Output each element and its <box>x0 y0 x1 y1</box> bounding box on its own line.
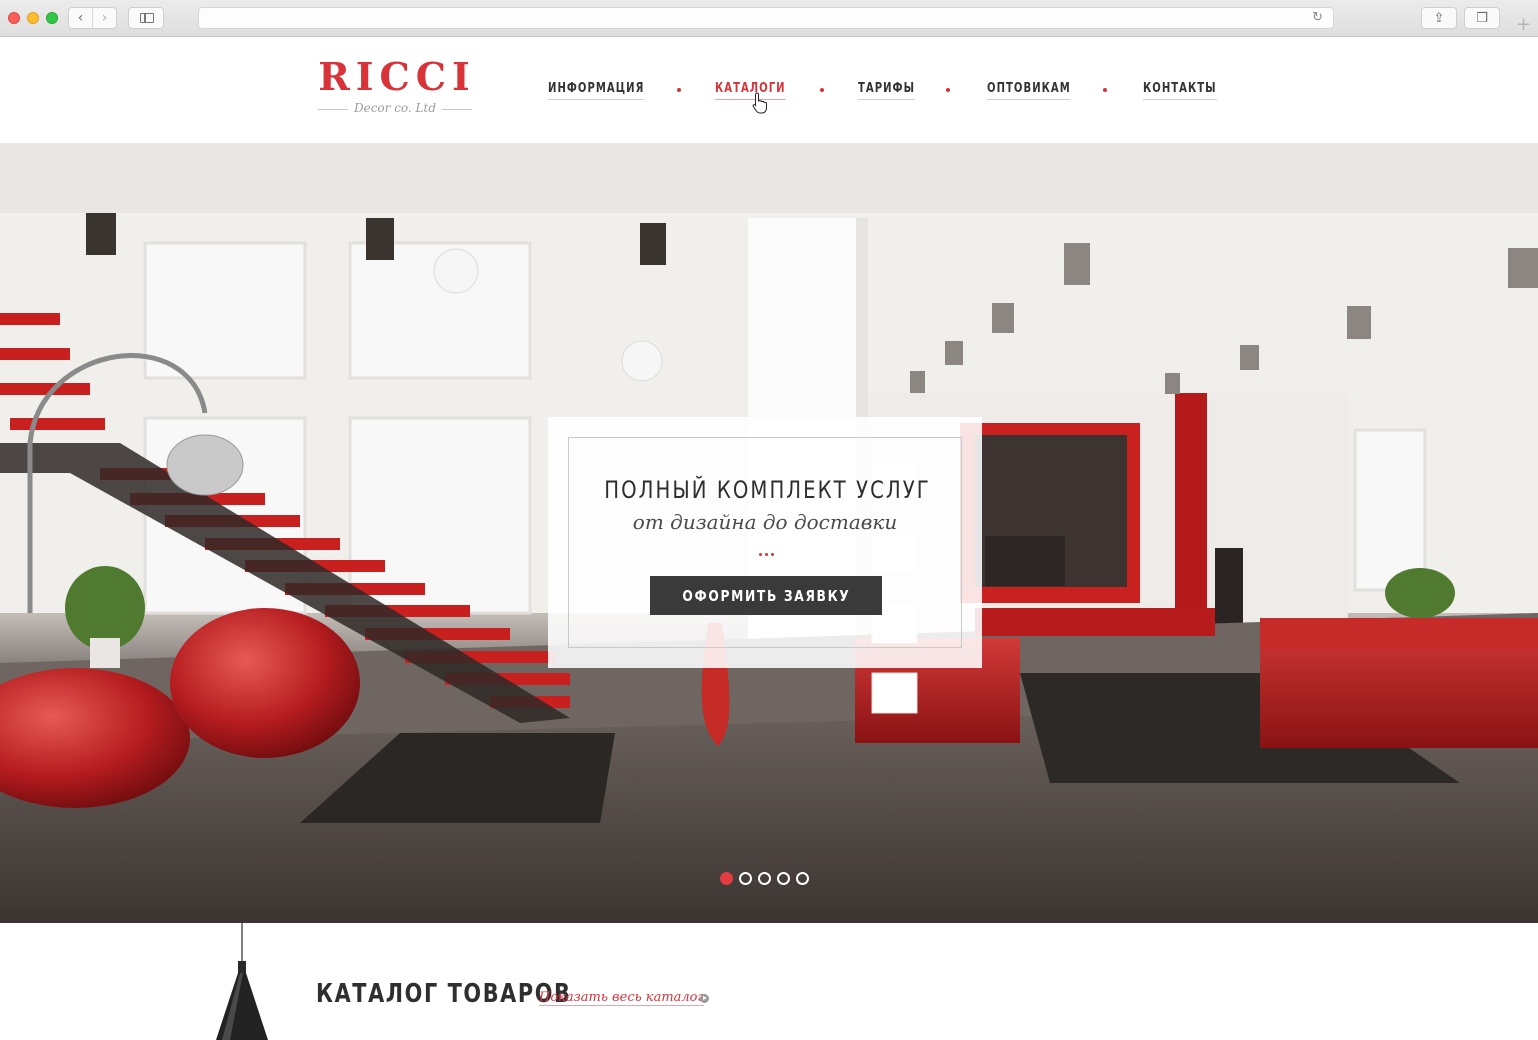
logo-wordmark: RICCI <box>318 54 476 99</box>
catalog-section: КАТАЛОГ ТОВАРОВ Показать весь каталог <box>0 923 1538 1040</box>
sidebar-toggle-button[interactable] <box>128 7 164 29</box>
history-nav: ‹ › <box>68 7 117 29</box>
menu-item-info[interactable]: ИНФОРМАЦИЯ <box>548 81 645 100</box>
menu-item-wholesale[interactable]: ОПТОВИКАМ <box>987 81 1071 100</box>
menu-separator <box>946 88 950 92</box>
menu-item-contacts[interactable]: КОНТАКТЫ <box>1143 81 1217 100</box>
logo[interactable]: RICCI Decor co. Ltd <box>312 57 478 115</box>
hero-slider: ПОЛНЫЙ КОМПЛЕКТ УСЛУГ от дизайна до дост… <box>0 143 1538 923</box>
dots-divider-icon <box>759 553 775 557</box>
tabs-icon: ❐ <box>1476 10 1488 26</box>
hand-cursor-icon <box>752 92 767 114</box>
logo-tagline: Decor co. Ltd <box>312 101 478 115</box>
close-window-button[interactable] <box>8 12 20 24</box>
share-button[interactable]: ⇪ <box>1421 7 1457 29</box>
menu-separator <box>677 88 681 92</box>
arrow-right-icon[interactable] <box>700 994 709 1003</box>
menu-item-catalogs[interactable]: КАТАЛОГИ <box>715 81 786 100</box>
slide-dot-5[interactable] <box>796 872 809 885</box>
zoom-window-button[interactable] <box>46 12 58 24</box>
browser-toolbar: ‹ › ↻ ⇪ ❐ + <box>0 0 1538 37</box>
slide-dot-4[interactable] <box>777 872 790 885</box>
site-header: RICCI Decor co. Ltd ИНФОРМАЦИЯ КАТАЛОГИ … <box>0 37 1538 143</box>
show-tabs-button[interactable]: ❐ <box>1464 7 1500 29</box>
hero-card: ПОЛНЫЙ КОМПЛЕКТ УСЛУГ от дизайна до дост… <box>548 417 982 668</box>
menu-separator <box>820 88 824 92</box>
slide-dot-3[interactable] <box>758 872 771 885</box>
address-input[interactable] <box>199 8 1333 28</box>
show-all-catalog-link[interactable]: Показать весь каталог <box>539 990 705 1006</box>
sidebar-icon <box>140 13 154 23</box>
hero-subtitle: от дизайна до доставки <box>632 510 898 534</box>
slide-dot-2[interactable] <box>739 872 752 885</box>
minimize-window-button[interactable] <box>27 12 39 24</box>
catalog-title: КАТАЛОГ ТОВАРОВ <box>316 979 572 1009</box>
pendant-lamp-icon <box>216 923 268 1040</box>
share-icon: ⇪ <box>1433 10 1445 26</box>
hero-card-frame: ПОЛНЫЙ КОМПЛЕКТ УСЛУГ от дизайна до дост… <box>568 437 962 648</box>
hero-title: ПОЛНЫЙ КОМПЛЕКТ УСЛУГ <box>604 476 931 504</box>
address-bar[interactable]: ↻ <box>198 7 1334 29</box>
menu-item-tariffs[interactable]: ТАРИФЫ <box>858 81 916 100</box>
menu-separator <box>1103 88 1107 92</box>
request-button-label: ОФОРМИТЬ ЗАЯВКУ <box>682 586 850 605</box>
reload-icon[interactable]: ↻ <box>1312 10 1323 25</box>
chevron-left-icon[interactable]: ‹ <box>69 8 92 28</box>
chevron-right-icon[interactable]: › <box>92 8 116 28</box>
slide-dot-1[interactable] <box>720 872 733 885</box>
plus-icon[interactable]: + <box>1516 14 1531 35</box>
request-button[interactable]: ОФОРМИТЬ ЗАЯВКУ <box>650 576 882 615</box>
